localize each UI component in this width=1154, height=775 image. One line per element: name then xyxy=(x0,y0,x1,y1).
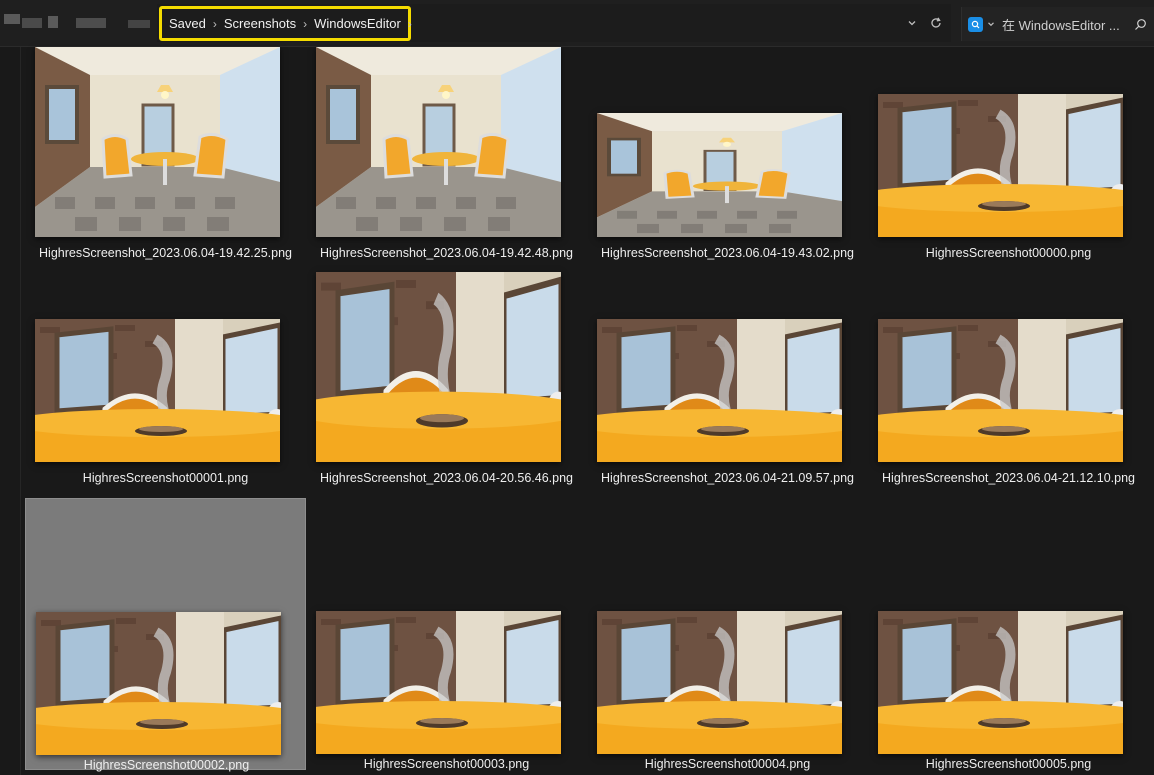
chevron-down-icon xyxy=(908,21,916,26)
chevron-right-icon[interactable]: › xyxy=(209,17,221,31)
file-tile[interactable]: HighresScreenshot00005.png xyxy=(868,498,1149,771)
breadcrumb-item-windowseditor[interactable]: WindowsEditor xyxy=(311,16,404,31)
chevron-right-icon[interactable]: › xyxy=(299,17,311,31)
refresh-icon xyxy=(931,17,941,28)
breadcrumb: Saved › Screenshots › WindowsEditor › xyxy=(159,6,412,41)
file-thumbnail[interactable] xyxy=(316,272,561,462)
file-tile[interactable]: HighresScreenshot00003.png xyxy=(306,498,587,771)
blurred-region xyxy=(48,16,58,28)
blurred-region xyxy=(128,20,150,28)
search-icon[interactable] xyxy=(1134,18,1147,31)
file-thumbnail[interactable] xyxy=(597,611,842,754)
file-name[interactable]: HighresScreenshot00002.png xyxy=(26,758,307,772)
chevron-right-icon[interactable]: › xyxy=(404,17,416,31)
file-thumbnail[interactable] xyxy=(35,47,280,237)
file-name[interactable]: HighresScreenshot_2023.06.04-20.56.46.pn… xyxy=(306,471,587,485)
file-view[interactable]: HighresScreenshot_2023.06.04-19.42.25.pn… xyxy=(0,47,1154,775)
file-thumbnail[interactable] xyxy=(878,94,1123,237)
file-name[interactable]: HighresScreenshot_2023.06.04-19.42.25.pn… xyxy=(25,246,306,260)
blurred-region xyxy=(22,18,42,28)
file-tile[interactable]: HighresScreenshot00002.png xyxy=(25,498,307,772)
file-name[interactable]: HighresScreenshot_2023.06.04-19.43.02.pn… xyxy=(587,246,868,260)
blurred-region xyxy=(76,18,106,28)
file-name[interactable]: HighresScreenshot_2023.06.04-19.42.48.pn… xyxy=(306,246,587,260)
file-name[interactable]: HighresScreenshot00001.png xyxy=(25,471,306,485)
file-thumbnail[interactable] xyxy=(316,611,561,754)
search-box[interactable]: 在 WindowsEditor ... xyxy=(961,7,1154,41)
file-thumbnail[interactable] xyxy=(597,113,842,237)
file-name[interactable]: HighresScreenshot00005.png xyxy=(868,757,1149,771)
file-thumbnail[interactable] xyxy=(878,611,1123,754)
file-name[interactable]: HighresScreenshot00000.png xyxy=(868,246,1149,260)
file-thumbnail[interactable] xyxy=(597,319,842,462)
chevron-down-icon[interactable] xyxy=(986,19,996,29)
file-thumbnail[interactable] xyxy=(35,319,280,462)
file-name[interactable]: HighresScreenshot00004.png xyxy=(587,757,868,771)
file-thumbnail[interactable] xyxy=(36,612,281,755)
breadcrumb-item-screenshots[interactable]: Screenshots xyxy=(221,16,299,31)
breadcrumb-item-saved[interactable]: Saved xyxy=(166,16,209,31)
refresh-button[interactable] xyxy=(926,13,946,33)
file-name[interactable]: HighresScreenshot_2023.06.04-21.09.57.pn… xyxy=(587,471,868,485)
search-input[interactable]: 在 WindowsEditor ... xyxy=(1002,15,1120,34)
file-name[interactable]: HighresScreenshot00003.png xyxy=(306,757,587,771)
title-bar: Saved › Screenshots › WindowsEditor › 在 … xyxy=(0,0,1154,47)
history-dropdown-button[interactable] xyxy=(902,13,922,33)
file-thumbnail[interactable] xyxy=(316,47,561,237)
file-tile[interactable]: HighresScreenshot00004.png xyxy=(587,498,868,771)
file-thumbnail[interactable] xyxy=(878,319,1123,462)
blurred-region xyxy=(4,14,20,24)
file-name[interactable]: HighresScreenshot_2023.06.04-21.12.10.pn… xyxy=(868,471,1149,485)
search-scope-icon[interactable] xyxy=(968,16,983,32)
navigation-pane-edge xyxy=(0,47,21,775)
